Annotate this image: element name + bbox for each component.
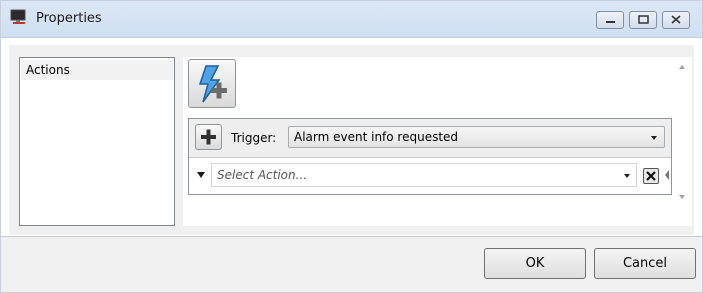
ok-button[interactable]: OK <box>484 248 586 279</box>
app-monitor-icon <box>10 9 26 24</box>
select-action-combobox[interactable]: Select Action... <box>211 163 637 187</box>
expand-triangle-icon[interactable] <box>197 172 205 178</box>
add-trigger-button[interactable] <box>188 59 236 108</box>
title-bar[interactable]: Properties <box>1 1 702 38</box>
properties-window: Properties Actions Trigger: Alarm event … <box>0 0 703 293</box>
action-placeholder: Select Action... <box>217 168 308 182</box>
action-row: Select Action... <box>189 158 671 194</box>
category-list[interactable]: Actions <box>19 57 175 226</box>
trigger-label: Trigger: <box>231 131 277 145</box>
minimize-icon <box>606 21 615 23</box>
delete-action-button[interactable] <box>643 168 659 184</box>
chevron-down-icon <box>624 174 630 178</box>
vertical-scrollbar[interactable] <box>675 57 692 226</box>
scroll-up-arrow-icon[interactable] <box>679 65 685 69</box>
trigger-dropdown[interactable]: Alarm event info requested <box>288 126 665 148</box>
maximize-icon <box>638 15 649 24</box>
trigger-container: Trigger: Alarm event info requested Sele… <box>188 118 672 195</box>
lightning-plus-icon <box>198 65 227 103</box>
close-button[interactable] <box>662 11 690 29</box>
add-action-button[interactable] <box>195 124 222 150</box>
trigger-selected-value: Alarm event info requested <box>294 130 459 144</box>
collapse-arrow-icon[interactable] <box>665 170 669 180</box>
list-item-actions[interactable]: Actions <box>21 60 173 80</box>
delete-x-icon <box>646 171 656 181</box>
chevron-down-icon <box>651 136 657 140</box>
minimize-button[interactable] <box>596 11 624 29</box>
window-title: Properties <box>36 11 102 26</box>
cancel-button[interactable]: Cancel <box>594 248 696 279</box>
scroll-down-arrow-icon[interactable] <box>679 195 685 199</box>
close-icon <box>671 15 681 24</box>
maximize-button[interactable] <box>629 11 657 29</box>
plus-icon <box>201 129 216 145</box>
trigger-row: Trigger: Alarm event info requested <box>189 119 671 158</box>
